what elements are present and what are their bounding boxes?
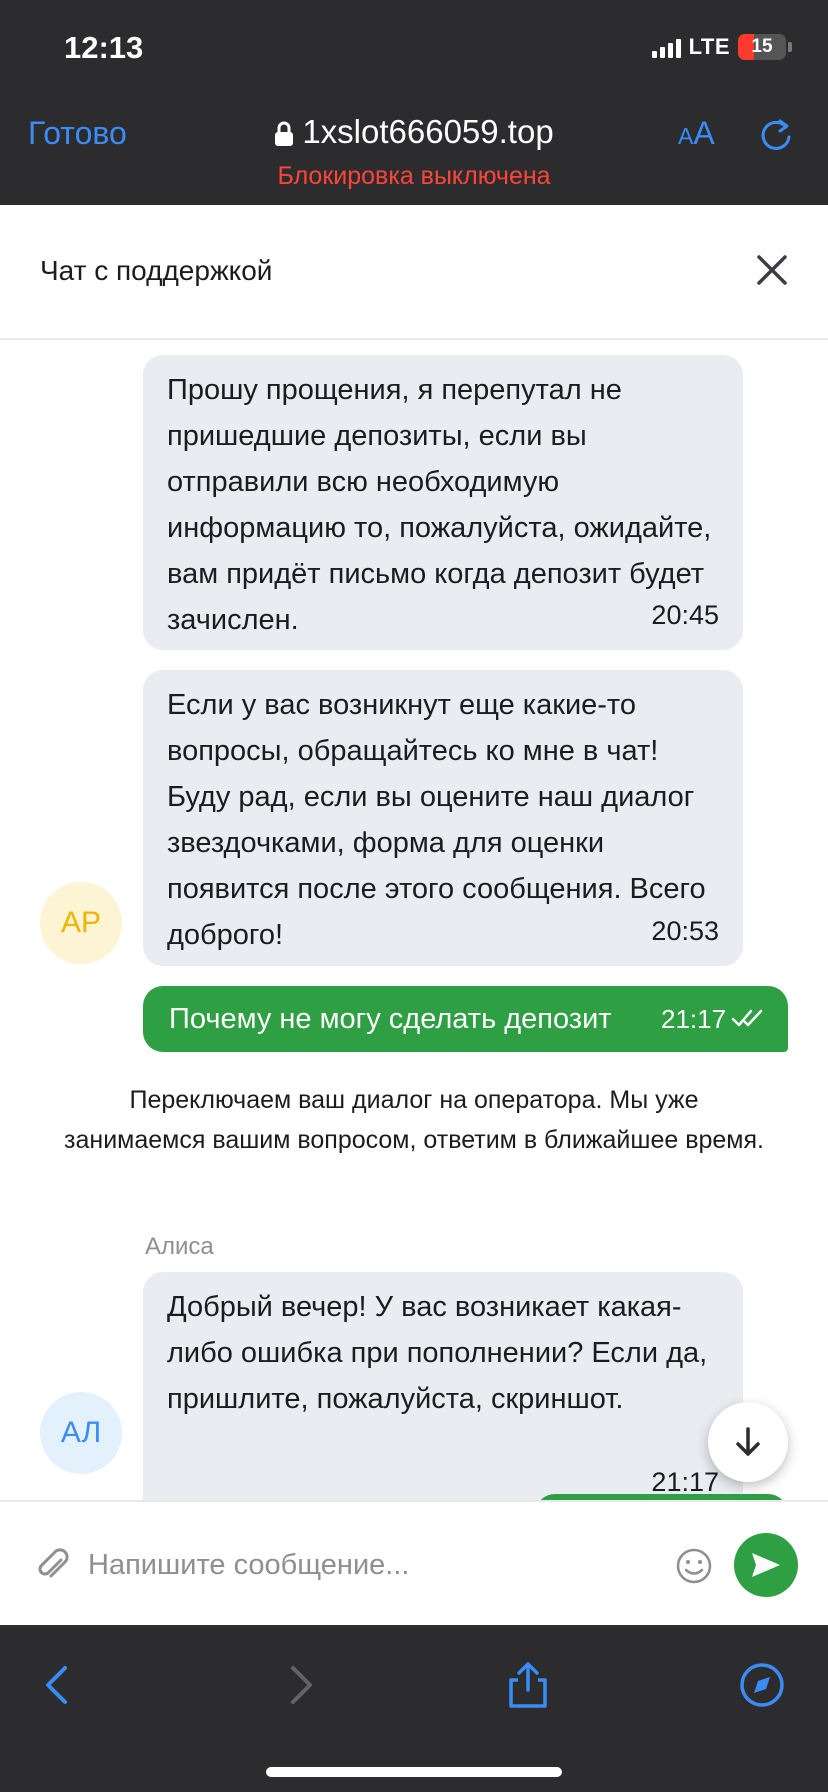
send-icon <box>752 1553 780 1577</box>
text-size-large-glyph: A <box>693 115 715 151</box>
status-time: 12:13 <box>64 30 144 65</box>
forward-icon[interactable] <box>275 1660 325 1710</box>
message-bubble: Прошу прощения, я перепутал не пришедшие… <box>143 355 743 650</box>
message-text: Если у вас возникнут еще какие-то вопрос… <box>167 689 706 951</box>
battery-icon: 15 <box>738 34 786 60</box>
message-input[interactable] <box>88 1540 648 1590</box>
chat-header: Чат с поддержкой <box>0 205 828 340</box>
send-button[interactable] <box>734 1533 798 1597</box>
agent-name: Алиса <box>145 1233 214 1260</box>
message-time: 21:17 <box>661 1004 727 1034</box>
close-icon[interactable] <box>755 253 789 287</box>
avatar: АР <box>40 882 122 964</box>
text-size-small-glyph: A <box>678 123 694 149</box>
battery-level: 15 <box>751 36 773 57</box>
chat-title: Чат с поддержкой <box>40 255 273 286</box>
message-composer <box>0 1500 828 1625</box>
avatar: АЛ <box>40 1392 122 1474</box>
message-time: 20:45 <box>651 600 719 630</box>
double-check-icon <box>731 1009 763 1027</box>
message-time: 20:53 <box>651 916 719 946</box>
message-bubble: Добрый вечер! У вас возникает какая-либо… <box>143 1272 743 1500</box>
share-icon[interactable] <box>503 1660 553 1710</box>
lock-icon <box>275 121 294 147</box>
reload-icon[interactable] <box>756 115 796 155</box>
text-size-button[interactable]: AA <box>678 115 715 152</box>
paperclip-icon[interactable] <box>34 1546 72 1584</box>
url-text: 1xslot666059.top <box>302 113 554 150</box>
compass-icon[interactable] <box>737 1660 787 1710</box>
browser-toolbar <box>0 1625 828 1792</box>
battery-nub <box>788 42 792 52</box>
emoji-icon[interactable] <box>674 1546 714 1586</box>
message-text: Почему не могу сделать депозит <box>169 1003 612 1035</box>
home-indicator <box>266 1767 562 1777</box>
arrow-down-icon <box>736 1427 760 1456</box>
content-blocker-status: Блокировка выключена <box>277 162 551 190</box>
network-type: LTE <box>688 34 730 59</box>
message-text: Прошу прощения, я перепутал не пришедшие… <box>167 374 712 636</box>
status-indicators: LTE 15 <box>651 34 792 60</box>
message-bubble: Если у вас возникнут еще какие-то вопрос… <box>143 670 743 966</box>
browser-top-chrome: 12:13 LTE 15 Готово 1xslot666059.top Бло… <box>0 0 828 205</box>
scroll-down-button[interactable] <box>708 1402 788 1482</box>
system-message: Переключаем ваш диалог на оператора. Мы … <box>64 1086 764 1154</box>
outgoing-message-bubble: Почему не могу сделать депозит 21:17 <box>143 986 788 1052</box>
message-list[interactable]: Прошу прощения, я перепутал не пришедшие… <box>0 340 828 1500</box>
back-icon[interactable] <box>33 1660 83 1710</box>
signal-icon <box>651 36 681 58</box>
message-text: Добрый вечер! У вас возникает какая-либо… <box>167 1291 708 1415</box>
